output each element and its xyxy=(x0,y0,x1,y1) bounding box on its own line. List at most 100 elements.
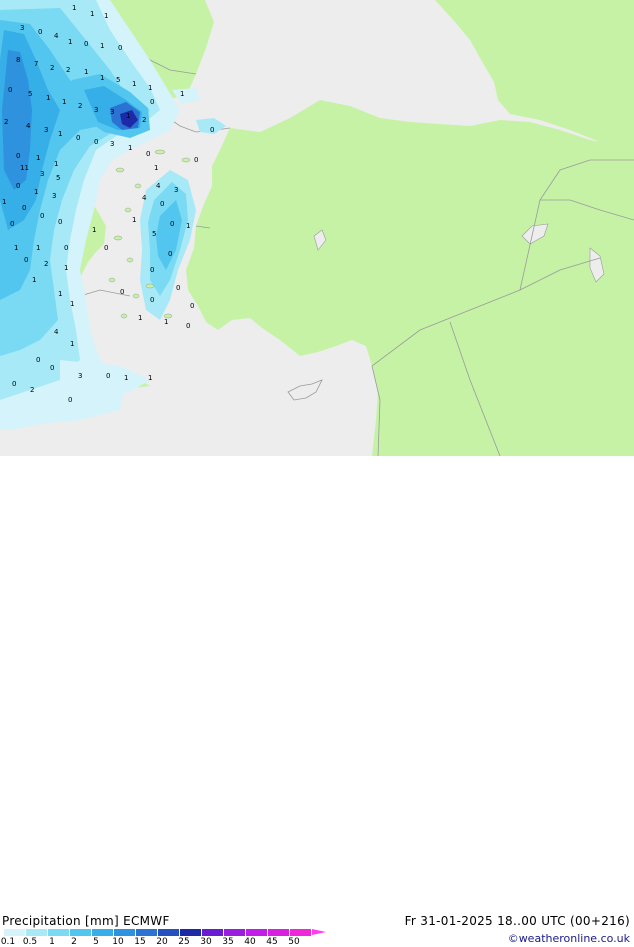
color-scale-tick: 5 xyxy=(93,937,99,947)
precip-value-label: 1 xyxy=(84,68,88,76)
precip-value-label: 8 xyxy=(16,56,20,64)
precip-value-label: 0 xyxy=(64,244,68,252)
color-swatch xyxy=(26,929,48,936)
precip-value-label: 0 xyxy=(150,266,154,274)
precip-value-label: 4 xyxy=(54,32,59,40)
weather-map-view: 1113041010872211511051123312243100310011… xyxy=(0,0,634,947)
precip-value-label: 2 xyxy=(50,64,54,72)
precip-value-label: 0 xyxy=(16,152,20,160)
precip-value-label: 1 xyxy=(34,188,38,196)
color-scale-tick: 40 xyxy=(244,937,256,947)
precip-value-label: 0 xyxy=(186,322,190,330)
precip-value-label: 5 xyxy=(56,174,60,182)
precip-value-label: 0 xyxy=(104,244,108,252)
precip-value-label: 1 xyxy=(138,314,142,322)
precip-value-label: 0 xyxy=(38,28,42,36)
precip-value-label: 0 xyxy=(22,204,26,212)
precip-value-label: 4 xyxy=(54,328,59,336)
precip-value-label: 0 xyxy=(58,218,62,226)
precip-value-label: 1 xyxy=(90,10,94,18)
precip-value-label: 3 xyxy=(78,372,82,380)
color-scale-tick: 35 xyxy=(222,937,234,947)
precip-value-label: 3 xyxy=(110,140,114,148)
color-swatch xyxy=(114,929,136,936)
precip-value-label: 3 xyxy=(20,24,24,32)
precip-value-label: 1 xyxy=(148,84,152,92)
precip-value-label: 4 xyxy=(156,182,161,190)
precip-value-label: 0 xyxy=(210,126,214,134)
precip-value-label: 1 xyxy=(46,94,50,102)
color-swatch xyxy=(70,929,92,936)
precip-value-label: 1 xyxy=(36,154,40,162)
color-swatch xyxy=(246,929,268,936)
color-scale-tick: 2 xyxy=(71,937,77,947)
precip-value-label: 1 xyxy=(124,374,128,382)
color-scale-tick: 1 xyxy=(49,937,55,947)
precip-value-label: 1 xyxy=(64,264,68,272)
precip-value-label: 0 xyxy=(12,380,16,388)
precip-value-label: 0 xyxy=(106,372,110,380)
color-scale-tick: 45 xyxy=(266,937,278,947)
precip-value-label: 1 xyxy=(62,98,66,106)
legend-bar: Precipitation [mm] ECMWF Fr 31-01-2025 1… xyxy=(0,456,634,947)
color-swatch xyxy=(4,929,26,936)
color-scale-tick: 25 xyxy=(178,937,190,947)
precip-value-label: 3 xyxy=(94,106,98,114)
precip-value-label: 0 xyxy=(150,98,154,106)
precip-value-label: 0 xyxy=(10,220,14,228)
precip-value-label: 2 xyxy=(4,118,8,126)
precip-value-label: 2 xyxy=(30,386,34,394)
precip-value-label: 0 xyxy=(168,250,172,258)
color-scale-tick: 0.1 xyxy=(0,937,16,947)
precip-value-label: 0 xyxy=(146,150,150,158)
precip-value-label: 2 xyxy=(66,66,70,74)
color-scale-tick: 30 xyxy=(200,937,212,947)
precip-value-label: 0 xyxy=(94,138,98,146)
precip-value-label: 3 xyxy=(40,170,44,178)
map-title: Precipitation [mm] ECMWF xyxy=(2,914,170,928)
precip-value-label: 4 xyxy=(142,194,147,202)
precip-value-label: 1 xyxy=(100,42,104,50)
precip-value-label: 0 xyxy=(84,40,88,48)
precip-value-label: 5 xyxy=(116,76,120,84)
precip-value-label: 3 xyxy=(110,108,114,116)
color-swatch xyxy=(290,929,312,936)
precip-value-label: 5 xyxy=(28,90,32,98)
color-scale-tick: 15 xyxy=(134,937,146,947)
precip-value-label: 0 xyxy=(190,302,194,310)
precip-value-label: 0 xyxy=(36,356,40,364)
precip-value-label: 3 xyxy=(44,126,48,134)
color-swatch xyxy=(202,929,224,936)
precip-value-label: 1 xyxy=(36,244,40,252)
precip-value-label: 0 xyxy=(16,182,20,190)
precip-value-label: 0 xyxy=(194,156,198,164)
color-swatch xyxy=(136,929,158,936)
precip-value-label: 1 xyxy=(70,340,74,348)
color-scale-arrow xyxy=(312,929,326,935)
precip-value-label: 1 xyxy=(54,160,58,168)
precip-value-label: 0 xyxy=(40,212,44,220)
credit-link[interactable]: ©weatheronline.co.uk xyxy=(508,932,630,945)
precip-value-label: 0 xyxy=(170,220,174,228)
precip-value-label: 1 xyxy=(70,300,74,308)
precip-value-label: 2 xyxy=(78,102,82,110)
precip-value-label: 3 xyxy=(174,186,178,194)
precip-value-label: 3 xyxy=(52,192,56,200)
precip-value-label: 1 xyxy=(180,90,184,98)
color-swatch xyxy=(92,929,114,936)
color-scale-tick: 50 xyxy=(288,937,300,947)
precip-value-label: 2 xyxy=(142,116,146,124)
precip-value-label: 7 xyxy=(34,60,38,68)
precip-value-label: 0 xyxy=(8,86,12,94)
precip-value-label: 1 xyxy=(164,318,168,326)
color-scale-ticks: 0.1 0.5 1 2 5 10 15 20 25 30 35 40 45 50 xyxy=(0,937,340,947)
color-scale-tick: 0.5 xyxy=(22,937,38,947)
precip-value-label: 1 xyxy=(32,276,36,284)
precip-value-label: 1 xyxy=(126,112,130,120)
precipitation-map: 11 13 0 41 0 1 08 7 2 2 11 5 1 10 5 1 1 2 3 3 1 22 4 3 1 0 0 3 100 11… xyxy=(0,0,634,456)
precip-value-label: 1 xyxy=(148,374,152,382)
precip-value-label: 0 xyxy=(176,284,180,292)
precip-value-label: 1 xyxy=(128,144,132,152)
precip-value-label: 0 xyxy=(160,200,164,208)
color-scale-tick: 20 xyxy=(156,937,168,947)
